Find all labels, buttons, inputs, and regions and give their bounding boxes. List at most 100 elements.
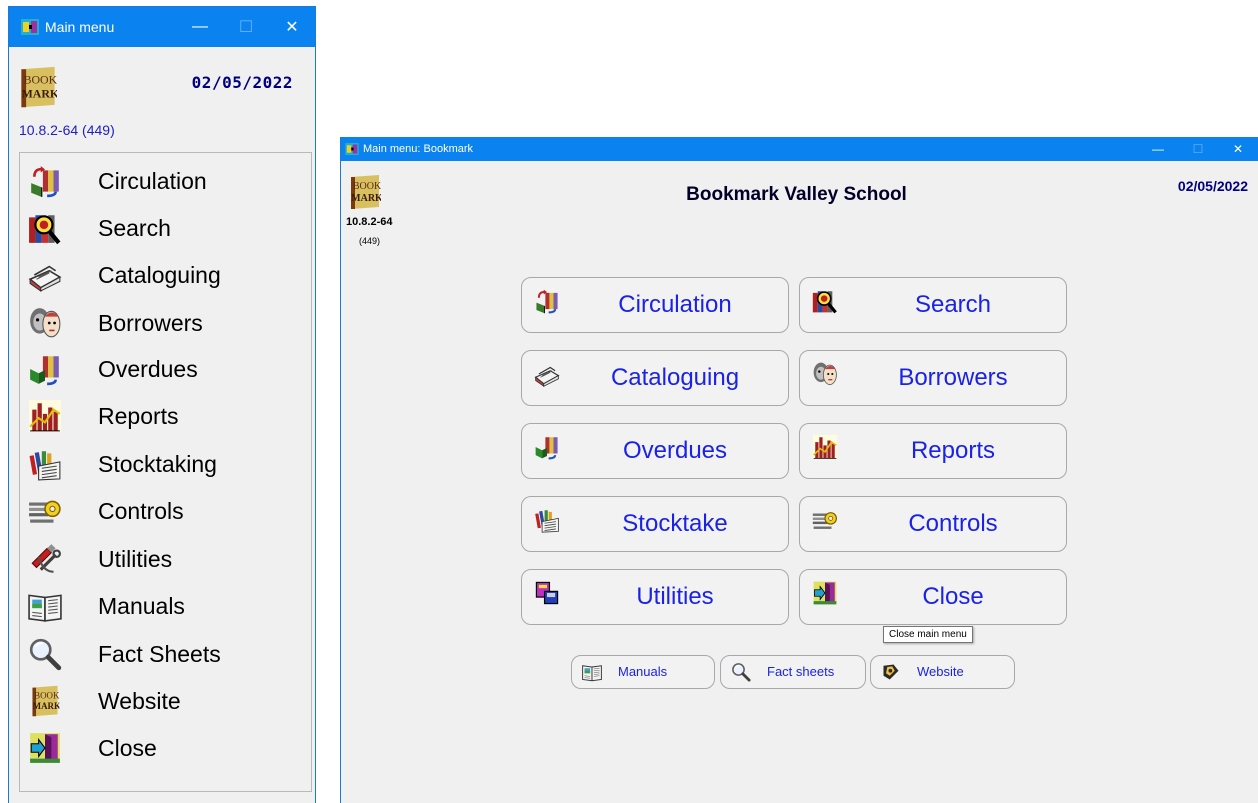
maximize-button: ☐	[1192, 142, 1204, 156]
menu-item-label: Manuals	[98, 592, 185, 619]
circulation-button[interactable]: Circulation	[521, 277, 789, 333]
reports-icon	[28, 399, 62, 433]
menu-item-label: Stocktaking	[98, 450, 217, 477]
menu-item-label: Close	[98, 734, 157, 761]
menu-item-overdues[interactable]: Overdues	[20, 347, 311, 391]
button-label: Cataloguing	[610, 364, 740, 391]
reports-button[interactable]: Reports	[799, 423, 1067, 479]
exit-door-icon	[812, 580, 838, 606]
menu-item-label: Borrowers	[98, 309, 203, 336]
menu-item-fact-sheets[interactable]: Fact Sheets	[20, 632, 311, 676]
version-label: 10.8.2-64 (449)	[19, 122, 115, 138]
menu-item-circulation[interactable]: Circulation	[20, 159, 311, 203]
window-title: Main menu: Bookmark	[363, 143, 474, 155]
button-label: Close	[922, 583, 984, 610]
menu-item-label: Circulation	[98, 167, 207, 194]
menu-item-label: Utilities	[98, 545, 173, 572]
menu-item-stocktaking[interactable]: Stocktaking	[20, 442, 311, 486]
controls-button[interactable]: Controls	[799, 496, 1067, 552]
main-menu-bookmark-window: Main menu: Bookmark — ☐ ✕ 10.8.2-64 (449…	[340, 137, 1258, 803]
menu-item-reports[interactable]: Reports	[20, 394, 311, 438]
stocktaking-icon	[28, 447, 62, 481]
button-label: Borrowers	[898, 364, 1008, 391]
circulation-icon	[28, 164, 62, 198]
minimize-button[interactable]: —	[1138, 137, 1178, 161]
cataloguing-icon	[28, 258, 62, 292]
controls-icon	[28, 494, 62, 528]
menu-list: Circulation Search Cataloguing Borrowers…	[19, 152, 312, 792]
button-label: Fact sheets	[767, 664, 835, 679]
app-icon	[345, 143, 359, 155]
exit-door-icon	[28, 731, 62, 765]
search-icon	[28, 211, 62, 245]
fact-sheets-button[interactable]: Fact sheets	[720, 655, 866, 689]
close-tooltip: Close main menu	[883, 626, 973, 643]
circulation-icon	[534, 288, 560, 314]
menu-item-manuals[interactable]: Manuals	[20, 584, 311, 628]
button-label: Circulation	[618, 291, 732, 318]
overdues-icon	[534, 434, 560, 460]
school-name: Bookmark Valley School	[686, 184, 907, 205]
date-display: 02/05/2022	[191, 73, 293, 92]
menu-item-label: Reports	[98, 402, 179, 429]
utilities-icon	[28, 542, 62, 576]
button-label: Overdues	[622, 437, 728, 464]
menu-item-controls[interactable]: Controls	[20, 489, 311, 533]
title-bar: Main menu — ☐ ✕	[9, 7, 315, 47]
borrowers-icon	[812, 361, 838, 387]
button-label: Stocktake	[622, 510, 728, 537]
menu-item-label: Search	[98, 214, 171, 241]
close-window-button[interactable]: ✕	[1218, 137, 1258, 161]
reports-icon	[812, 434, 838, 460]
magnifier-icon	[731, 662, 751, 682]
bookmark-logo	[19, 64, 57, 110]
bookmark-logo-icon	[28, 684, 62, 718]
borrowers-button[interactable]: Borrowers	[799, 350, 1067, 406]
website-button[interactable]: Website	[870, 655, 1015, 689]
magnifier-icon	[28, 637, 62, 671]
menu-item-label: Controls	[98, 497, 184, 524]
menu-item-utilities[interactable]: Utilities	[20, 537, 311, 581]
controls-icon	[812, 507, 838, 533]
website-icon	[881, 662, 901, 682]
stocktaking-icon	[534, 507, 560, 533]
close-window-button[interactable]: ✕	[269, 7, 315, 47]
menu-item-search[interactable]: Search	[20, 206, 311, 250]
manuals-icon	[582, 662, 602, 682]
menu-item-borrowers[interactable]: Borrowers	[20, 301, 311, 345]
search-button[interactable]: Search	[799, 277, 1067, 333]
button-label: Utilities	[636, 583, 714, 610]
menu-item-label: Fact Sheets	[98, 640, 221, 667]
menu-item-website[interactable]: Website	[20, 679, 311, 723]
cataloguing-icon	[534, 361, 560, 387]
utilities-icon	[534, 580, 560, 606]
menu-item-label: Cataloguing	[98, 261, 221, 288]
button-label: Reports	[910, 437, 996, 464]
close-button[interactable]: Close	[799, 569, 1067, 625]
menu-item-close[interactable]: Close	[20, 726, 311, 770]
borrowers-icon	[28, 306, 62, 340]
overdues-button[interactable]: Overdues	[521, 423, 789, 479]
cataloguing-button[interactable]: Cataloguing	[521, 350, 789, 406]
app-icon	[21, 19, 39, 35]
manuals-icon	[28, 589, 62, 623]
date-display: 02/05/2022	[1177, 178, 1248, 194]
utilities-button[interactable]: Utilities	[521, 569, 789, 625]
menu-item-label: Website	[98, 687, 181, 714]
window-title: Main menu	[45, 19, 115, 35]
maximize-button: ☐	[238, 19, 254, 36]
search-icon	[812, 288, 838, 314]
button-label: Controls	[908, 510, 998, 537]
menu-item-cataloguing[interactable]: Cataloguing	[20, 253, 311, 297]
title-bar: Main menu: Bookmark — ☐ ✕	[341, 137, 1258, 161]
overdues-icon	[28, 352, 62, 386]
button-label: Manuals	[618, 664, 668, 679]
version-label: 10.8.2-64	[346, 216, 393, 228]
menu-item-label: Overdues	[98, 355, 198, 382]
build-label: (449)	[359, 236, 381, 246]
manuals-button[interactable]: Manuals	[571, 655, 715, 689]
stocktake-button[interactable]: Stocktake	[521, 496, 789, 552]
main-menu-window: Main menu — ☐ ✕ 02/05/2022 10.8.2-64 (44…	[8, 6, 316, 803]
button-label: Website	[917, 664, 964, 679]
minimize-button[interactable]: —	[177, 7, 223, 47]
